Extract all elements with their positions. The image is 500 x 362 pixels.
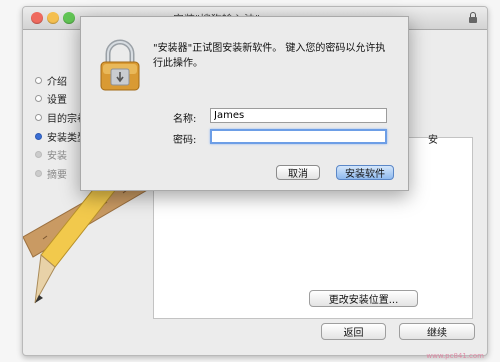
padlock-icon [100,39,140,91]
step-bullet [35,169,42,177]
auth-message: "安装器"正试图安装新软件。 键入您的密码以允许执行此操作。 [153,43,386,69]
watermark: www.pc841.com [426,352,484,360]
step-bullet [35,76,42,84]
change-install-location-button[interactable]: 更改安装位置... [309,290,418,307]
step-bullet [35,95,42,103]
content-text: 安 [428,135,438,146]
step-bullet [35,151,42,159]
password-label: 密码: [173,135,197,146]
step-label: 设置 [47,95,67,107]
step-bullet [35,132,42,140]
step-label: 摘要 [47,169,67,181]
install-software-button[interactable]: 安装软件 [336,165,394,180]
step-label: 介绍 [47,76,67,88]
continue-button[interactable]: 继续 [399,323,475,340]
password-field[interactable] [210,129,387,144]
back-button[interactable]: 返回 [321,323,386,340]
authentication-dialog: "安装器"正试图安装新软件。 键入您的密码以允许执行此操作。 名称: 密码: 取… [80,16,409,191]
name-field[interactable] [210,108,387,123]
step-label: 安装 [47,151,67,163]
step-bullet [35,113,42,121]
name-label: 名称: [173,114,197,125]
cancel-button[interactable]: 取消 [276,165,320,180]
